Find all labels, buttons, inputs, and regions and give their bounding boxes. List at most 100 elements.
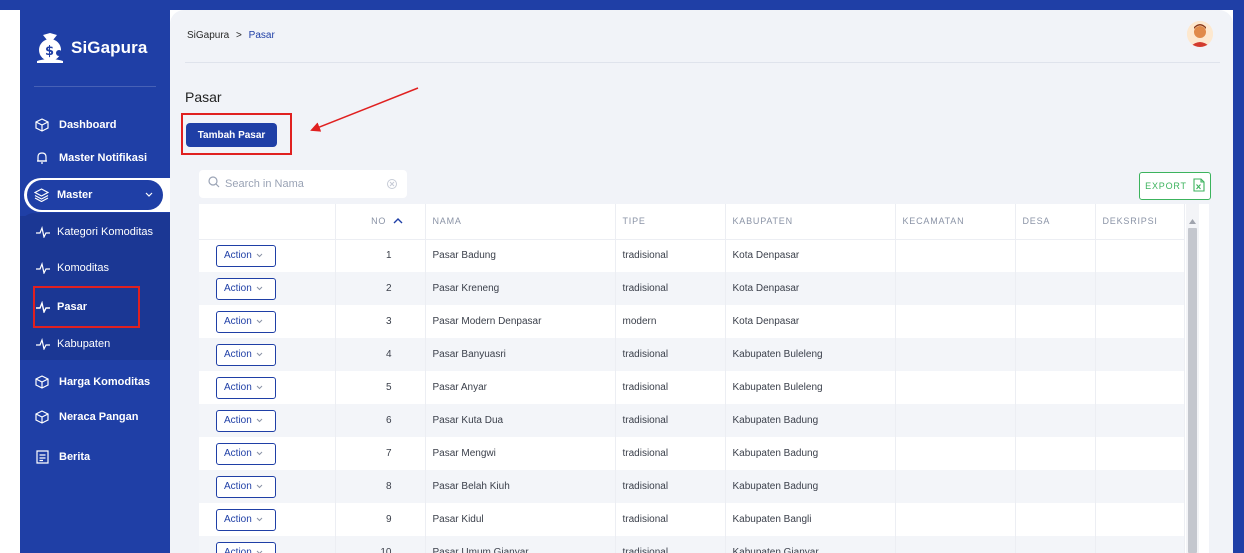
table-row[interactable]: Action 5 Pasar Anyar tradisional Kabupaten B…: [199, 371, 1185, 404]
column-header-tipe[interactable]: TIPE: [615, 204, 726, 240]
right-strip: [1233, 10, 1244, 553]
cell-deskripsi: [1095, 371, 1185, 404]
scroll-up-icon[interactable]: [1189, 211, 1196, 229]
cell-deskripsi: [1095, 305, 1185, 338]
action-label: Action: [224, 382, 252, 393]
sidebar-item-master-notifikasi[interactable]: Master Notifikasi: [20, 142, 170, 174]
sidebar-item-kategori-komoditas[interactable]: Kategori Komoditas: [20, 216, 170, 248]
app-name: SiGapura: [71, 38, 148, 57]
scrollbar-thumb[interactable]: [1188, 228, 1197, 553]
table-row[interactable]: Action 7 Pasar Mengwi tradisional Kabupaten …: [199, 437, 1185, 470]
table-row[interactable]: Action 4 Pasar Banyuasri tradisional Kabupat…: [199, 338, 1185, 371]
action-cell: Action: [199, 503, 336, 536]
cell-tipe: tradisional: [615, 239, 726, 272]
highlight-box-tambah: [181, 113, 292, 155]
column-header-nama[interactable]: NAMA: [425, 204, 616, 240]
action-cell: Action: [199, 470, 336, 503]
cell-kecamatan: [895, 371, 1016, 404]
cell-kecamatan: [895, 503, 1016, 536]
table-row[interactable]: Action 1 Pasar Badung tradisional Kota Denpa…: [199, 239, 1185, 272]
cell-kecamatan: [895, 536, 1016, 553]
cell-desa: [1015, 536, 1096, 553]
cell-nama: Pasar Banyuasri: [425, 338, 616, 371]
sidebar-item-dashboard[interactable]: Dashboard: [20, 109, 170, 141]
sidebar-item-berita[interactable]: Berita: [20, 441, 170, 473]
action-dropdown-button[interactable]: Action: [216, 376, 276, 399]
column-header-kabupaten[interactable]: KABUPATEN: [725, 204, 896, 240]
table-row[interactable]: Action 9 Pasar Kidul tradisional Kabupaten B…: [199, 503, 1185, 536]
pulse-icon: [35, 336, 51, 352]
document-icon: [34, 449, 50, 465]
cell-nama: Pasar Mengwi: [425, 437, 616, 470]
breadcrumb-root[interactable]: SiGapura: [187, 30, 229, 41]
action-dropdown-button[interactable]: Action: [216, 475, 276, 498]
cell-deskripsi: [1095, 503, 1185, 536]
action-dropdown-button[interactable]: Action: [216, 442, 276, 465]
sidebar-item-komoditas[interactable]: Komoditas: [20, 252, 170, 284]
cell-tipe: tradisional: [615, 338, 726, 371]
action-dropdown-button[interactable]: Action: [216, 277, 276, 300]
table-row[interactable]: Action 6 Pasar Kuta Dua tradisional Kabupate…: [199, 404, 1185, 437]
action-label: Action: [224, 514, 252, 525]
sidebar-item-harga-komoditas[interactable]: Harga Komoditas: [20, 366, 170, 398]
cell-desa: [1015, 470, 1096, 503]
table-row[interactable]: Action 2 Pasar Kreneng tradisional Kota Denp…: [199, 272, 1185, 305]
cell-nama: Pasar Kreneng: [425, 272, 616, 305]
top-strip: [0, 0, 1244, 10]
sort-up-icon[interactable]: [393, 216, 403, 226]
column-header-desa[interactable]: DESA: [1015, 204, 1096, 240]
column-header-kecamatan[interactable]: KECAMATAN: [895, 204, 1016, 240]
app-logo[interactable]: $ SiGapura: [20, 10, 170, 86]
action-label: Action: [224, 250, 252, 262]
action-cell: Action: [199, 338, 336, 371]
excel-icon: [1193, 178, 1205, 194]
cell-tipe: tradisional: [615, 437, 726, 470]
pasar-table: NO NAMA TIPE KABUPATEN KECAMATAN DESA DE…: [199, 204, 1209, 553]
breadcrumb-current: Pasar: [248, 30, 275, 41]
divider: [34, 86, 156, 87]
avatar[interactable]: [1187, 21, 1213, 47]
sidebar-item-neraca-pangan[interactable]: Neraca Pangan: [20, 401, 170, 433]
action-dropdown-button[interactable]: Action: [216, 343, 276, 366]
cell-no: 2: [335, 272, 426, 305]
svg-text:$: $: [45, 44, 54, 59]
cell-kecamatan: [895, 338, 1016, 371]
action-dropdown-button[interactable]: Action: [216, 508, 276, 531]
action-label: Action: [224, 448, 252, 459]
action-dropdown-button[interactable]: Action: [216, 541, 276, 553]
cell-no: 1: [335, 239, 426, 272]
chevron-down-icon: [256, 481, 263, 492]
cube-icon: [34, 374, 50, 390]
table-scrollbar[interactable]: [1186, 204, 1199, 553]
chevron-down-icon: [256, 382, 263, 393]
table-row[interactable]: Action 3 Pasar Modern Denpasar modern Kota D…: [199, 305, 1185, 338]
table-row[interactable]: Action 8 Pasar Belah Kiuh tradisional Kabupa…: [199, 470, 1185, 503]
chevron-down-icon: [256, 316, 263, 327]
cell-deskripsi: [1095, 470, 1185, 503]
action-dropdown-button[interactable]: Action: [216, 409, 276, 432]
search-icon: [208, 175, 220, 193]
sidebar-item-master[interactable]: Master: [27, 180, 163, 210]
export-label: EXPORT: [1145, 181, 1187, 191]
cell-nama: Pasar Anyar: [425, 371, 616, 404]
cell-desa: [1015, 338, 1096, 371]
cell-kecamatan: [895, 239, 1016, 272]
action-dropdown-button[interactable]: Action: [216, 244, 276, 267]
cell-kecamatan: [895, 404, 1016, 437]
cell-kecamatan: [895, 437, 1016, 470]
search-input[interactable]: [225, 178, 375, 190]
clear-icon[interactable]: [387, 179, 397, 189]
cell-kabupaten: Kabupaten Badung: [725, 437, 896, 470]
action-dropdown-button[interactable]: Action: [216, 310, 276, 333]
table-row[interactable]: Action 10 Pasar Umum Gianyar tradisional Kab…: [199, 536, 1185, 553]
cell-kabupaten: Kabupaten Badung: [725, 404, 896, 437]
action-label: Action: [224, 316, 252, 327]
action-cell: Action: [199, 404, 336, 437]
sidebar-item-kabupaten[interactable]: Kabupaten: [20, 328, 170, 360]
column-header-label: NO: [371, 216, 387, 227]
cell-deskripsi: [1095, 404, 1185, 437]
column-header-no[interactable]: NO: [335, 204, 426, 240]
export-button[interactable]: EXPORT: [1139, 172, 1211, 200]
cell-deskripsi: [1095, 239, 1185, 272]
column-header-deskripsi[interactable]: DEKSRIPSI: [1095, 204, 1185, 240]
